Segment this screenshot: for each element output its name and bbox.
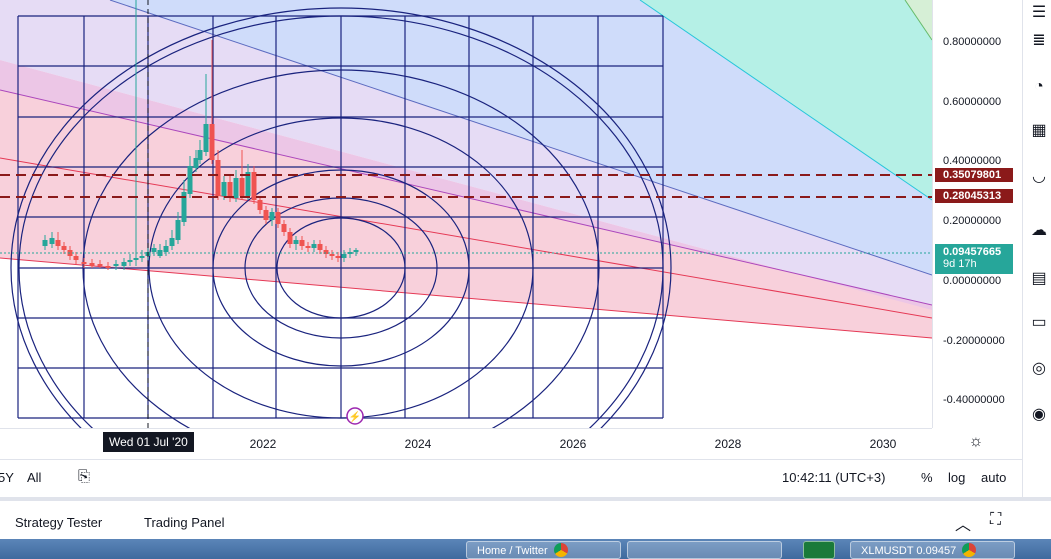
y-tick: 0.60000000	[943, 96, 1002, 108]
candle-body	[335, 256, 341, 258]
watchlist-icon[interactable]: ☰	[1029, 2, 1049, 24]
broadcast-icon[interactable]: ◉	[1029, 404, 1049, 426]
range-5y-button[interactable]: 5Y	[0, 470, 14, 485]
candle-body	[113, 264, 119, 266]
right-toolbar: ☰ ≣ ◔ ▦ ◡ ☁ ▤ ▭ ◎ ◉ ︽	[1022, 0, 1051, 527]
price-scale[interactable]: 0.80000000 0.60000000 0.40000000 0.20000…	[932, 0, 1023, 428]
y-tick: 0.80000000	[943, 36, 1002, 48]
candle-body	[49, 238, 55, 244]
candle-body	[89, 263, 95, 266]
taskbar-item-app[interactable]	[803, 541, 835, 559]
candle-body	[227, 182, 233, 198]
range-all-button[interactable]: All	[27, 470, 41, 485]
candle-body	[61, 246, 67, 250]
candle-body	[139, 256, 145, 258]
candle-body	[269, 212, 275, 220]
candle-body	[42, 240, 48, 246]
price-tag-last: 0.09457665 9d 17h	[935, 244, 1013, 274]
log-toggle[interactable]: log	[948, 470, 965, 485]
candle-body	[81, 262, 87, 264]
candle-body	[55, 240, 61, 246]
x-tick: 2026	[559, 437, 587, 451]
lists-icon[interactable]: ▤	[1029, 268, 1049, 290]
candle-body	[233, 178, 239, 198]
x-tick: 2022	[249, 437, 277, 451]
candle-body	[239, 178, 245, 196]
candle-body	[169, 238, 175, 246]
taskbar-item-doc[interactable]	[627, 541, 782, 559]
countdown-label: 9d 17h	[943, 258, 977, 270]
y-tick: 0.00000000	[943, 275, 1002, 287]
candle-body	[311, 244, 317, 248]
taskbar-item-label: Home / Twitter	[477, 545, 548, 557]
candle-body	[329, 254, 335, 256]
candle-body	[305, 246, 311, 248]
chrome-icon	[553, 543, 568, 558]
candle-body	[353, 250, 359, 252]
clock-time[interactable]: 10:42:11 (UTC+3)	[782, 470, 885, 485]
chart-canvas[interactable]: ⚡	[0, 0, 932, 428]
y-tick: 0.20000000	[943, 215, 1002, 227]
candle-body	[127, 260, 133, 262]
candle-body	[275, 212, 281, 224]
chart-area[interactable]: ⚡	[0, 0, 932, 428]
chrome-icon	[962, 543, 977, 558]
bottom-controls: 5Y All ⎘ 10:42:11 (UTC+3) % log auto	[0, 459, 1022, 496]
candle-body	[151, 248, 157, 252]
candle-body	[263, 210, 269, 220]
candle-body	[163, 246, 169, 252]
candle-body	[203, 124, 209, 152]
bottom-panel-bar: Strategy Tester Trading Panel ︿ ⛶	[0, 497, 1051, 543]
lightning-icon: ⚡	[349, 410, 361, 423]
candle-body	[187, 166, 193, 194]
x-tick: 2024	[404, 437, 432, 451]
y-tick: -0.20000000	[943, 335, 1005, 347]
x-tick: 2030	[869, 437, 897, 451]
candle-body	[299, 240, 305, 246]
candle-body	[175, 220, 181, 240]
notes-icon[interactable]: ▭	[1029, 312, 1049, 334]
chat-icon[interactable]: ☁	[1029, 220, 1049, 242]
auto-toggle[interactable]: auto	[981, 470, 1006, 485]
taskbar-item-label: XLMUSDT 0.09457	[861, 545, 957, 557]
candle-body	[105, 266, 111, 268]
candle-body	[215, 160, 221, 196]
windows-taskbar: Home / Twitter XLMUSDT 0.09457	[0, 539, 1051, 559]
date-range-icon[interactable]: ⎘	[78, 468, 90, 485]
candle-body	[97, 264, 103, 266]
candle-body	[251, 172, 257, 200]
candle-body	[287, 232, 293, 244]
candle-body	[121, 262, 127, 266]
alerts-icon[interactable]: ≣	[1029, 30, 1049, 52]
maximize-icon[interactable]: ⛶	[990, 511, 1001, 529]
candle-body	[209, 124, 215, 160]
chevron-up-icon[interactable]: ︿	[955, 511, 971, 535]
candle-body	[197, 150, 203, 160]
candle-body	[73, 256, 79, 260]
hotlist-icon[interactable]: ◎	[1029, 358, 1049, 380]
taskbar-item-xlmusdt[interactable]: XLMUSDT 0.09457	[850, 541, 1015, 559]
crosshair-date-label: Wed 01 Jul '20	[103, 432, 194, 452]
price-tag-level-2: 0.28045313	[935, 189, 1013, 203]
candle-body	[341, 254, 347, 258]
tab-strategy-tester[interactable]: Strategy Tester	[15, 515, 102, 530]
calendar-icon[interactable]: ▦	[1029, 120, 1049, 142]
candle-body	[133, 258, 139, 260]
tab-trading-panel[interactable]: Trading Panel	[144, 515, 224, 530]
x-tick: 2028	[714, 437, 742, 451]
candle-body	[257, 200, 263, 210]
candle-body	[293, 240, 299, 244]
gear-icon[interactable]: ☼	[966, 432, 986, 452]
candle-body	[281, 224, 287, 232]
price-tag-level-1: 0.35079801	[935, 168, 1013, 182]
candle-body	[221, 182, 227, 196]
data-window-icon[interactable]: ◔	[1029, 76, 1049, 98]
last-price-label: 0.09457665	[943, 246, 1002, 258]
percent-toggle[interactable]: %	[921, 470, 933, 485]
candle-body	[317, 244, 323, 250]
taskbar-item-twitter[interactable]: Home / Twitter	[466, 541, 621, 559]
ideas-icon[interactable]: ◡	[1029, 166, 1049, 188]
y-tick: 0.40000000	[943, 155, 1002, 167]
y-tick: -0.40000000	[943, 394, 1005, 406]
